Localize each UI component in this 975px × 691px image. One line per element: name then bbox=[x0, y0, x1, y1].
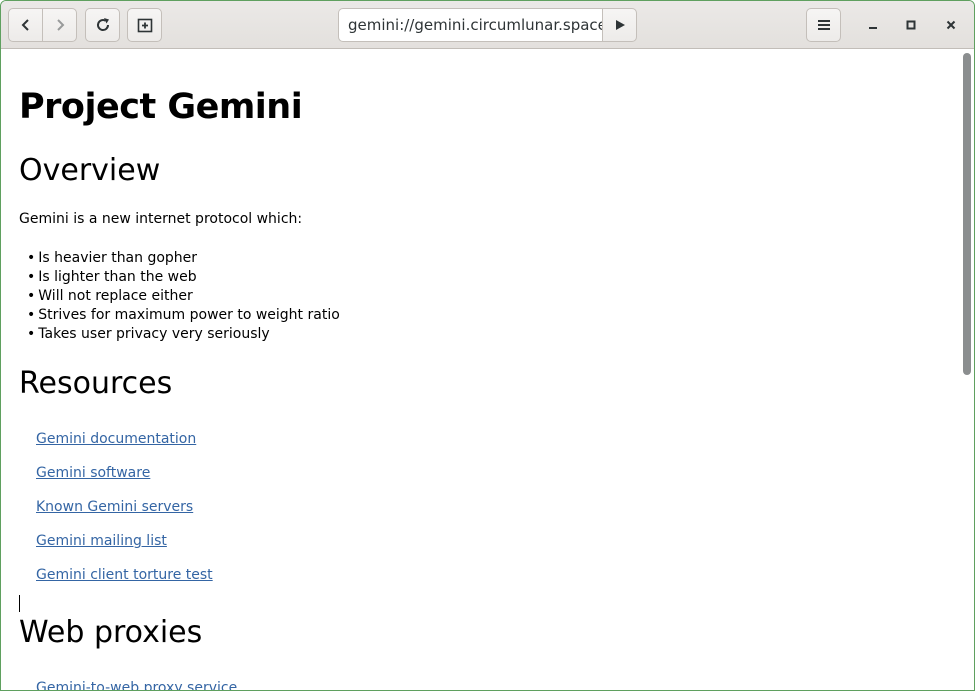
forward-button[interactable] bbox=[42, 8, 77, 42]
list-item: Is lighter than the web bbox=[27, 268, 340, 287]
text-caret bbox=[19, 595, 20, 612]
maximize-icon bbox=[905, 16, 917, 35]
list-item: Takes user privacy very seriously bbox=[27, 325, 340, 344]
link-known-gemini-servers[interactable]: Known Gemini servers bbox=[36, 499, 193, 515]
maximize-button[interactable] bbox=[894, 8, 928, 42]
list-item: Will not replace either bbox=[27, 287, 340, 306]
resources-heading: Resources bbox=[19, 366, 173, 401]
new-tab-button[interactable] bbox=[127, 8, 162, 42]
reload-button[interactable] bbox=[85, 8, 120, 42]
header-bar bbox=[1, 1, 974, 49]
back-button[interactable] bbox=[8, 8, 43, 42]
vertical-scrollbar[interactable] bbox=[959, 49, 974, 690]
link-gemini-software[interactable]: Gemini software bbox=[36, 465, 150, 481]
go-button[interactable] bbox=[602, 8, 637, 42]
url-input[interactable] bbox=[338, 8, 603, 42]
browser-window: Project Gemini Overview Gemini is a new … bbox=[0, 0, 975, 691]
reload-icon bbox=[95, 17, 111, 33]
hamburger-menu-icon bbox=[817, 19, 831, 31]
list-item: Is heavier than gopher bbox=[27, 249, 340, 268]
page-content: Project Gemini Overview Gemini is a new … bbox=[1, 49, 959, 690]
intro-paragraph: Gemini is a new internet protocol which: bbox=[19, 211, 303, 227]
link-gemini-client-torture-test[interactable]: Gemini client torture test bbox=[36, 567, 213, 583]
chevron-left-icon bbox=[20, 18, 32, 32]
link-gemini-mailing-list[interactable]: Gemini mailing list bbox=[36, 533, 167, 549]
feature-list: Is heavier than gopher Is lighter than t… bbox=[27, 249, 340, 344]
minimize-icon bbox=[867, 16, 879, 35]
overview-heading: Overview bbox=[19, 153, 161, 188]
navigation-buttons bbox=[8, 8, 78, 42]
close-icon bbox=[945, 16, 957, 35]
scrollbar-thumb[interactable] bbox=[963, 53, 971, 375]
minimize-button[interactable] bbox=[856, 8, 890, 42]
link-gemini-documentation[interactable]: Gemini documentation bbox=[36, 431, 196, 447]
close-button[interactable] bbox=[934, 8, 968, 42]
new-tab-icon bbox=[137, 17, 153, 33]
web-proxies-heading: Web proxies bbox=[19, 615, 203, 650]
link-gemini-to-web-proxy[interactable]: Gemini-to-web proxy service bbox=[36, 680, 237, 690]
play-icon bbox=[614, 19, 626, 31]
menu-button[interactable] bbox=[806, 8, 841, 42]
list-item: Strives for maximum power to weight rati… bbox=[27, 306, 340, 325]
page-title: Project Gemini bbox=[19, 87, 303, 127]
chevron-right-icon bbox=[54, 18, 66, 32]
